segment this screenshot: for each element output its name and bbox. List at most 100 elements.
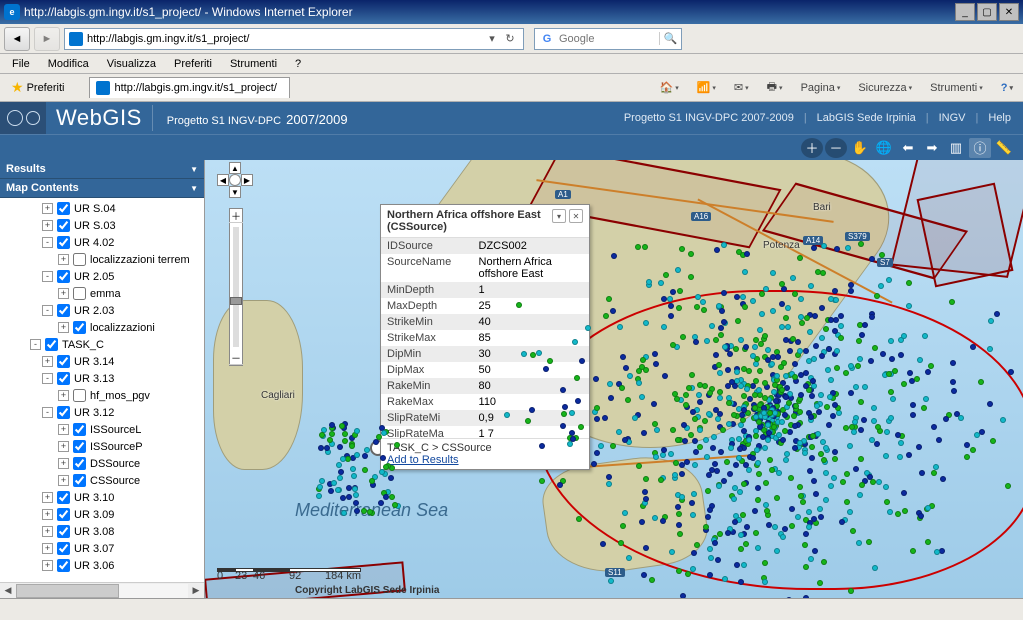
layer-visibility-checkbox[interactable] [57,372,70,385]
prev-extent-tool[interactable]: ⬅ [897,138,919,158]
tree-item[interactable]: +emma [2,285,202,302]
tree-toggle-icon[interactable]: + [42,203,53,214]
tree-toggle-icon[interactable]: + [42,543,53,554]
tree-toggle-icon[interactable]: + [58,441,69,452]
tree-toggle-icon[interactable]: + [42,509,53,520]
tree-toggle-icon[interactable]: - [42,237,53,248]
zoom-slider[interactable]: ＋ － [229,208,243,366]
tree-toggle-icon[interactable]: + [42,492,53,503]
layer-visibility-checkbox[interactable] [57,219,70,232]
layer-visibility-checkbox[interactable] [73,423,86,436]
tree-item[interactable]: +UR S.04 [2,200,202,217]
identify-tool[interactable]: ⓘ [969,138,991,158]
zoom-thumb[interactable] [230,297,242,305]
map-canvas[interactable]: Mediterranean Sea ▲ ▼ ◀ ▶ ＋ － [205,160,1023,598]
tree-toggle-icon[interactable]: + [58,458,69,469]
tree-item[interactable]: -UR 3.13 [2,370,202,387]
url-dropdown-icon[interactable]: ▾ [483,32,501,45]
scroll-right-icon[interactable]: ▶ [188,585,204,596]
tree-item[interactable]: -TASK_C [2,336,202,353]
tree-toggle-icon[interactable]: + [42,220,53,231]
layer-visibility-checkbox[interactable] [73,440,86,453]
layer-visibility-checkbox[interactable] [57,270,70,283]
tree-item[interactable]: +localizzazioni [2,319,202,336]
layer-visibility-checkbox[interactable] [73,474,86,487]
popup-collapse-button[interactable]: ▾ [552,209,566,223]
tree-item[interactable]: -UR 2.05 [2,268,202,285]
tree-toggle-icon[interactable]: + [58,322,69,333]
search-field[interactable]: G 🔍 [534,28,682,50]
tree-item[interactable]: +UR 3.06 [2,557,202,574]
back-button[interactable]: ◄ [4,27,30,51]
browser-tab[interactable]: http://labgis.gm.ingv.it/s1_project/ [89,77,289,98]
feed-icon[interactable]: 📶▾ [691,79,722,96]
tree-item[interactable]: +UR 3.14 [2,353,202,370]
tree-toggle-icon[interactable]: + [58,424,69,435]
tree-toggle-icon[interactable]: - [42,373,53,384]
layer-visibility-checkbox[interactable] [57,202,70,215]
layer-visibility-checkbox[interactable] [57,491,70,504]
full-extent-tool[interactable]: 🌐 [873,138,895,158]
layer-visibility-checkbox[interactable] [73,287,86,300]
page-menu[interactable]: Pagina▾ [795,80,847,96]
minimize-button[interactable]: _ [955,3,975,21]
tree-item[interactable]: +UR 3.10 [2,489,202,506]
menu-tools[interactable]: Strumenti [222,56,285,72]
pan-center-button[interactable] [229,174,241,186]
layer-visibility-checkbox[interactable] [57,406,70,419]
hdr-link-project[interactable]: Progetto S1 INGV-DPC 2007-2009 [624,112,794,124]
search-input[interactable] [559,33,659,45]
tree-item[interactable]: -UR 2.03 [2,302,202,319]
favorites-button[interactable]: ★ Preferiti [4,76,71,99]
tree-toggle-icon[interactable]: - [42,271,53,282]
home-icon[interactable]: 🏠▾ [653,79,684,96]
layer-visibility-checkbox[interactable] [73,253,86,266]
layer-visibility-checkbox[interactable] [57,304,70,317]
layer-visibility-checkbox[interactable] [57,355,70,368]
scroll-thumb[interactable] [16,584,119,598]
maximize-button[interactable]: ▢ [977,3,997,21]
tree-item[interactable]: +ISSourceL [2,421,202,438]
layer-visibility-checkbox[interactable] [45,338,58,351]
pan-north-button[interactable]: ▲ [229,162,241,174]
tree-item[interactable]: -UR 3.12 [2,404,202,421]
zoom-in-tool[interactable]: ＋ [801,138,823,158]
hdr-link-help[interactable]: Help [988,112,1011,124]
tree-item[interactable]: +ISSourceP [2,438,202,455]
zoom-in-button[interactable]: ＋ [229,209,243,223]
pan-east-button[interactable]: ▶ [241,174,253,186]
tree-item[interactable]: +UR S.03 [2,217,202,234]
tools-menu[interactable]: Strumenti▾ [924,80,989,96]
tree-item[interactable]: +CSSource [2,472,202,489]
layer-visibility-checkbox[interactable] [73,457,86,470]
layer-visibility-checkbox[interactable] [57,236,70,249]
tree-toggle-icon[interactable]: + [42,560,53,571]
menu-edit[interactable]: Modifica [40,56,97,72]
forward-button[interactable]: ► [34,27,60,51]
add-to-results-link[interactable]: Add to Results [387,454,459,466]
tree-toggle-icon[interactable]: - [42,305,53,316]
layer-tree[interactable]: +UR S.04+UR S.03-UR 4.02+localizzazioni … [0,198,204,582]
tree-item[interactable]: +DSSource [2,455,202,472]
pan-south-button[interactable]: ▼ [229,186,241,198]
hdr-link-ingv[interactable]: INGV [939,112,966,124]
menu-file[interactable]: File [4,56,38,72]
layer-visibility-checkbox[interactable] [57,559,70,572]
pan-tool[interactable]: ✋ [849,138,871,158]
search-submit-icon[interactable]: 🔍 [659,32,681,45]
tree-toggle-icon[interactable]: - [30,339,41,350]
tree-item[interactable]: +localizzazioni terrem [2,251,202,268]
tree-item[interactable]: +hf_mos_pgv [2,387,202,404]
popup-close-button[interactable]: ✕ [569,209,583,223]
url-input[interactable] [87,33,483,45]
tree-item[interactable]: +UR 3.07 [2,540,202,557]
tree-item[interactable]: +UR 3.09 [2,506,202,523]
tree-toggle-icon[interactable]: + [58,288,69,299]
menu-favorites[interactable]: Preferiti [166,56,220,72]
sidebar-hscroll[interactable]: ◀ ▶ [0,582,204,598]
layer-visibility-checkbox[interactable] [57,525,70,538]
layer-visibility-checkbox[interactable] [73,321,86,334]
print-icon[interactable]: 🖶▾ [761,76,789,99]
layer-visibility-checkbox[interactable] [57,542,70,555]
layer-visibility-checkbox[interactable] [57,508,70,521]
